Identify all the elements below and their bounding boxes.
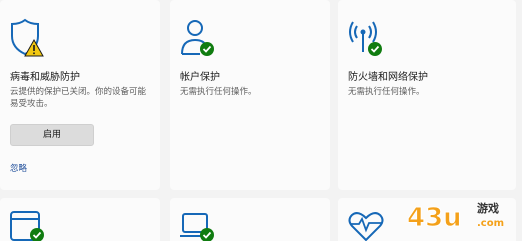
account-check-icon: [178, 18, 218, 58]
shield-warning-icon: [8, 18, 48, 58]
watermark-brand: 43u: [407, 203, 462, 233]
ignore-link[interactable]: 忽略: [10, 162, 27, 174]
card-description: 无需执行任何操作。: [348, 87, 425, 97]
device-security-check-icon: [178, 208, 218, 241]
watermark-domain: .com: [477, 218, 504, 229]
site-watermark: 43u 游戏 .com: [405, 198, 515, 234]
card-title: 防火墙和网络保护: [348, 72, 428, 83]
card-description: 云提供的保护已关闭。你的设备可能易受攻击。: [10, 87, 147, 109]
app-browser-card[interactable]: [0, 198, 160, 241]
device-health-heart-icon: [346, 206, 386, 241]
firewall-card[interactable]: 防火墙和网络保护 无需执行任何操作。: [338, 0, 516, 190]
watermark-suffix: 游戏: [477, 201, 499, 215]
virus-threat-card[interactable]: 病毒和威胁防护 云提供的保护已关闭。你的设备可能易受攻击。 启用 忽略: [0, 0, 160, 190]
card-title: 病毒和威胁防护: [10, 72, 80, 83]
account-protection-card[interactable]: 帐户保护 无需执行任何操作。: [170, 0, 330, 190]
app-browser-check-icon: [8, 208, 48, 241]
security-dashboard: 病毒和威胁防护 云提供的保护已关闭。你的设备可能易受攻击。 启用 忽略 帐户保护…: [0, 0, 522, 241]
card-title: 帐户保护: [180, 72, 220, 83]
firewall-check-icon: [346, 18, 386, 58]
card-description: 无需执行任何操作。: [180, 87, 257, 97]
enable-button[interactable]: 启用: [10, 124, 94, 146]
device-security-card[interactable]: [170, 198, 330, 241]
